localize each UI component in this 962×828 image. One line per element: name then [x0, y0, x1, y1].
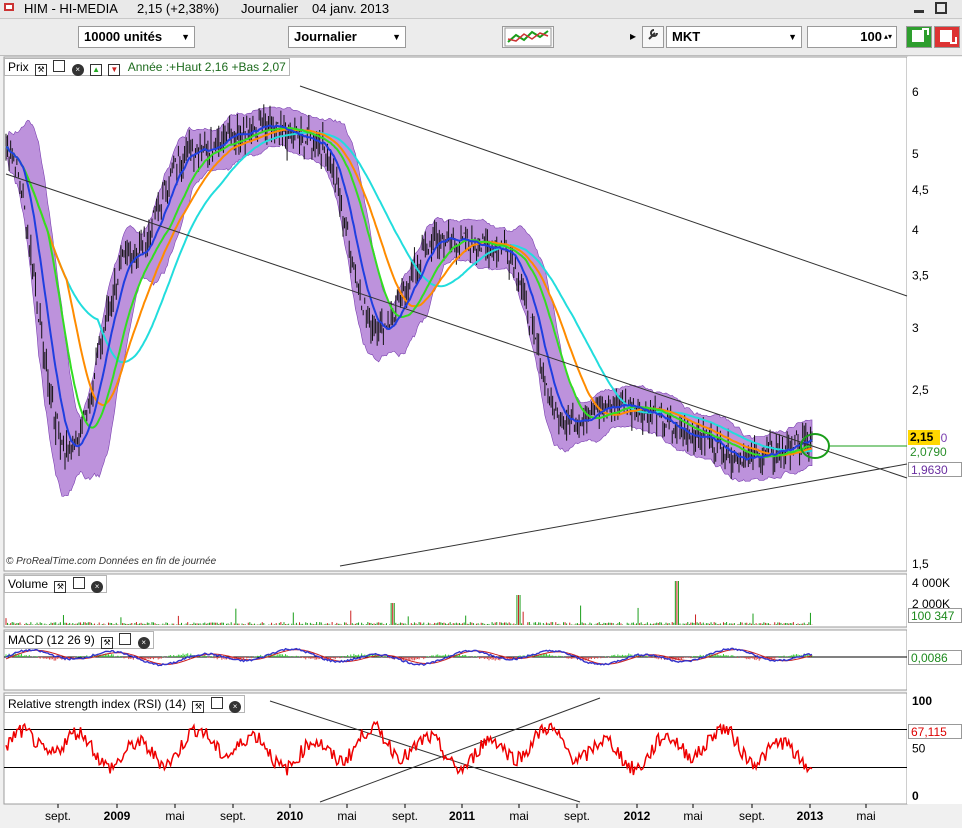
close-icon[interactable]: × — [71, 64, 84, 76]
price-tick-label: 5 — [912, 147, 919, 161]
volume-tick-label: 4 000K — [912, 576, 950, 590]
x-tick-label: 2009 — [104, 809, 131, 823]
volume-panel-label: Volume — [8, 577, 49, 591]
x-tick-label: sept. — [45, 809, 71, 823]
rsi-tick-label: 50 — [912, 742, 926, 756]
quantity-select[interactable]: 10000 unités ▼ — [78, 26, 195, 48]
price-tick-label: 3,5 — [912, 269, 929, 283]
rsi-panel-header: Relative strength index (RSI) (14) ⚒ × — [4, 695, 246, 713]
period-value: Journalier — [294, 29, 357, 44]
price-tick-label: 4 — [912, 223, 919, 237]
sell-icon — [940, 30, 957, 44]
volume-panel-bg — [3, 573, 908, 628]
x-tick-label: 2010 — [277, 809, 304, 823]
x-tick-label: sept. — [564, 809, 590, 823]
rsi-tick-label: 100 — [912, 694, 932, 708]
macd-current-label: 0,0086 — [908, 650, 962, 665]
window-icon[interactable] — [72, 577, 85, 589]
chevron-down-icon: ▼ — [392, 32, 401, 42]
sell-button[interactable] — [934, 26, 960, 48]
price-panel-label: Prix — [8, 60, 29, 74]
close-icon[interactable]: × — [137, 637, 150, 649]
order-type-value: MKT — [672, 29, 701, 44]
price-current-label: 2,15 — [908, 430, 940, 445]
expand-arrow-icon[interactable]: ▸ — [628, 26, 638, 48]
x-tick-label: 2012 — [624, 809, 651, 823]
chart-style-button[interactable] — [502, 26, 554, 48]
buy-icon — [912, 28, 929, 42]
macd-panel-header: MACD (12 26 9) ⚒ × — [4, 631, 154, 649]
chart-icon — [504, 27, 552, 47]
x-tick-label: mai — [509, 809, 528, 823]
price-ma1-label: 2,0790 — [910, 445, 947, 459]
copyright: © ProRealTime.com Données en fin de jour… — [6, 556, 217, 567]
price-ma2-label: 1,9630 — [908, 462, 962, 477]
x-tick-label: mai — [856, 809, 875, 823]
order-quantity-input[interactable]: 100 ▴▾ — [807, 26, 897, 48]
rsi-tick-label: 0 — [912, 789, 919, 803]
chart-area: 6 5 4,5 4 3,5 3 2,5 1,5 4 000K 2 000K 100 50 0 sept. 2… — [0, 56, 962, 825]
x-tick-label: sept. — [739, 809, 765, 823]
arrow-down-icon[interactable]: ▼ — [108, 64, 121, 76]
order-quantity-value: 100 — [860, 29, 882, 44]
macd-panel-label: MACD (12 26 9) — [8, 633, 95, 647]
rsi-panel-label: Relative strength index (RSI) (14) — [8, 697, 187, 711]
quantity-value: 10000 unités — [84, 29, 163, 44]
window-icon[interactable] — [210, 697, 223, 709]
wrench-icon[interactable]: ⚒ — [54, 581, 67, 593]
window-title-bar: HIM - HI-MEDIA 2,15 (+2,38%) Journalier … — [0, 0, 962, 19]
volume-current-label: 100 347 — [908, 608, 962, 623]
close-icon[interactable]: × — [229, 701, 242, 713]
x-tick-label: mai — [683, 809, 702, 823]
order-type-select[interactable]: MKT ▼ — [666, 26, 802, 48]
period-select[interactable]: Journalier ▼ — [288, 26, 406, 48]
wrench-icon[interactable]: ⚒ — [101, 637, 114, 649]
price-tick-label: 6 — [912, 85, 919, 99]
wrench-icon[interactable] — [642, 26, 664, 48]
price-tick-label: 2,5 — [912, 383, 929, 397]
chevron-down-icon: ▼ — [181, 32, 190, 42]
x-tick-label: mai — [337, 809, 356, 823]
volume-panel-header: Volume ⚒ × — [4, 575, 108, 593]
symbol-name: HIM - HI-MEDIA — [24, 1, 118, 16]
x-tick-label: sept. — [220, 809, 246, 823]
x-tick-label: 2013 — [797, 809, 824, 823]
x-tick-label: sept. — [392, 809, 418, 823]
date: 04 janv. 2013 — [312, 1, 390, 16]
stepper-icon[interactable]: ▴▾ — [884, 27, 892, 47]
timeframe: Journalier — [241, 1, 299, 16]
minimize-icon[interactable] — [912, 1, 926, 18]
buy-button[interactable] — [906, 26, 932, 48]
chevron-down-icon: ▼ — [788, 32, 797, 42]
price-tick-label: 4,5 — [912, 183, 929, 197]
x-tick-label: mai — [165, 809, 184, 823]
price-tick-label: 1,5 — [912, 557, 929, 571]
close-icon[interactable]: × — [91, 581, 104, 593]
x-tick-label: 2011 — [449, 809, 475, 823]
price-panel-header: Prix ⚒ × ▲ ▼ Année :+Haut 2,16 +Bas 2,07 — [4, 58, 290, 76]
rsi-current-label: 67,115 — [908, 724, 962, 739]
wrench-icon[interactable]: ⚒ — [35, 64, 48, 76]
app-icon — [3, 1, 15, 16]
price-annotation: Année :+Haut 2,16 +Bas 2,07 — [127, 60, 286, 74]
window-icon[interactable] — [119, 633, 132, 645]
maximize-icon[interactable] — [934, 1, 948, 18]
wrench-icon[interactable]: ⚒ — [192, 701, 205, 713]
arrow-up-icon[interactable]: ▲ — [90, 64, 103, 76]
window-icon[interactable] — [53, 60, 66, 72]
price-tick-label: 3 — [912, 321, 919, 335]
price-change: 2,15 (+2,38%) — [137, 1, 220, 16]
toolbar: 10000 unités ▼ Journalier ▼ ▸ MKT ▼ 100 … — [0, 19, 962, 56]
